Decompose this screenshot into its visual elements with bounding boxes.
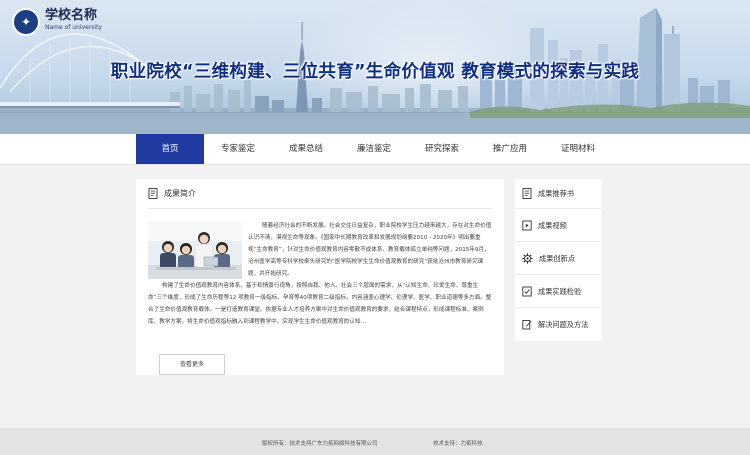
school-name: 学校名称 bbox=[45, 8, 98, 23]
section-header: 成果简介 bbox=[148, 188, 196, 199]
video-icon bbox=[522, 220, 532, 231]
sidebar-item-label: 解决问题及方法 bbox=[538, 319, 589, 329]
nav-item-results-summary[interactable]: 成果总结 bbox=[272, 134, 340, 164]
view-more-button[interactable]: 查看更多 bbox=[159, 354, 225, 375]
sidebar-item-video[interactable]: 成果视频 bbox=[522, 220, 567, 231]
section-title: 成果简介 bbox=[164, 189, 196, 198]
header-banner: ✦ 学校名称 Name of university 职业院校“三维构建、三位共育… bbox=[0, 0, 750, 134]
sidebar-item-recommendation[interactable]: 成果推荐书 bbox=[522, 188, 574, 199]
sidebar-item-practice-test[interactable]: 成果实践检验 bbox=[522, 286, 581, 297]
sidebar-item-label: 成果创新点 bbox=[539, 253, 575, 263]
nav-divider bbox=[0, 164, 750, 165]
classroom-photo bbox=[148, 221, 242, 279]
nav-item-evidence[interactable]: 证明材料 bbox=[544, 134, 612, 164]
sidebar-item-label: 成果推荐书 bbox=[538, 188, 574, 198]
footer-tech-support: 技术支持：力拓科技 bbox=[433, 441, 483, 447]
school-logo[interactable]: ✦ 学校名称 Name of university bbox=[12, 8, 102, 36]
gear-icon bbox=[522, 253, 533, 264]
sidebar-item-label: 成果视频 bbox=[538, 220, 567, 230]
footer: 版权所有：技术支持广东力拓网络科技有限公司 技术支持：力拓科技 bbox=[0, 428, 750, 455]
sidebar-divider bbox=[515, 307, 602, 308]
intro-paragraph-1: 随着经济社会的不断发展，社会交往日益复杂，职业院校学生压力越来越大，存在对生命价… bbox=[248, 223, 492, 277]
document-icon bbox=[522, 188, 532, 199]
nav-item-research[interactable]: 研究探索 bbox=[408, 134, 476, 164]
document-icon bbox=[148, 188, 158, 199]
footer-copyright: 版权所有：技术支持广东力拓网络科技有限公司 bbox=[262, 441, 378, 447]
sidebar-item-solutions[interactable]: 解决问题及方法 bbox=[522, 319, 588, 330]
check-box-icon bbox=[522, 286, 532, 297]
school-emblem-icon: ✦ bbox=[12, 8, 40, 36]
sidebar-divider bbox=[515, 241, 602, 242]
edit-icon bbox=[522, 320, 532, 330]
nav-item-integrity-review[interactable]: 廉洁鉴定 bbox=[340, 134, 408, 164]
sidebar-divider bbox=[515, 208, 602, 209]
sidebar-divider bbox=[515, 274, 602, 275]
sidebar: 成果推荐书 成果视频 成果创新点 成果实践检验 解决问题及方法 bbox=[515, 179, 602, 341]
nav-item-expert-review[interactable]: 专家鉴定 bbox=[204, 134, 272, 164]
results-intro-panel: 成果简介 随着经济社会的不断发展，社会交往日益复杂，职业院校学生压力越来越大，存… bbox=[136, 179, 504, 375]
main-nav: 首页 专家鉴定 成果总结 廉洁鉴定 研究探索 推广应用 证明材料 bbox=[0, 134, 750, 164]
sidebar-item-label: 成果实践检验 bbox=[538, 286, 582, 296]
nav-item-home[interactable]: 首页 bbox=[136, 134, 204, 164]
school-name-english: Name of university bbox=[45, 24, 102, 31]
section-divider bbox=[148, 208, 492, 209]
sidebar-item-innovation[interactable]: 成果创新点 bbox=[522, 253, 575, 264]
page-headline: 职业院校“三维构建、三位共育”生命价值观 教育模式的探索与实践 bbox=[110, 62, 640, 82]
intro-paragraph-2: 构建了生命价值观教育内容体系。基于和情景行视角，按照自我、他人、社会三个层面的需… bbox=[148, 283, 492, 325]
nav-item-promotion[interactable]: 推广应用 bbox=[476, 134, 544, 164]
